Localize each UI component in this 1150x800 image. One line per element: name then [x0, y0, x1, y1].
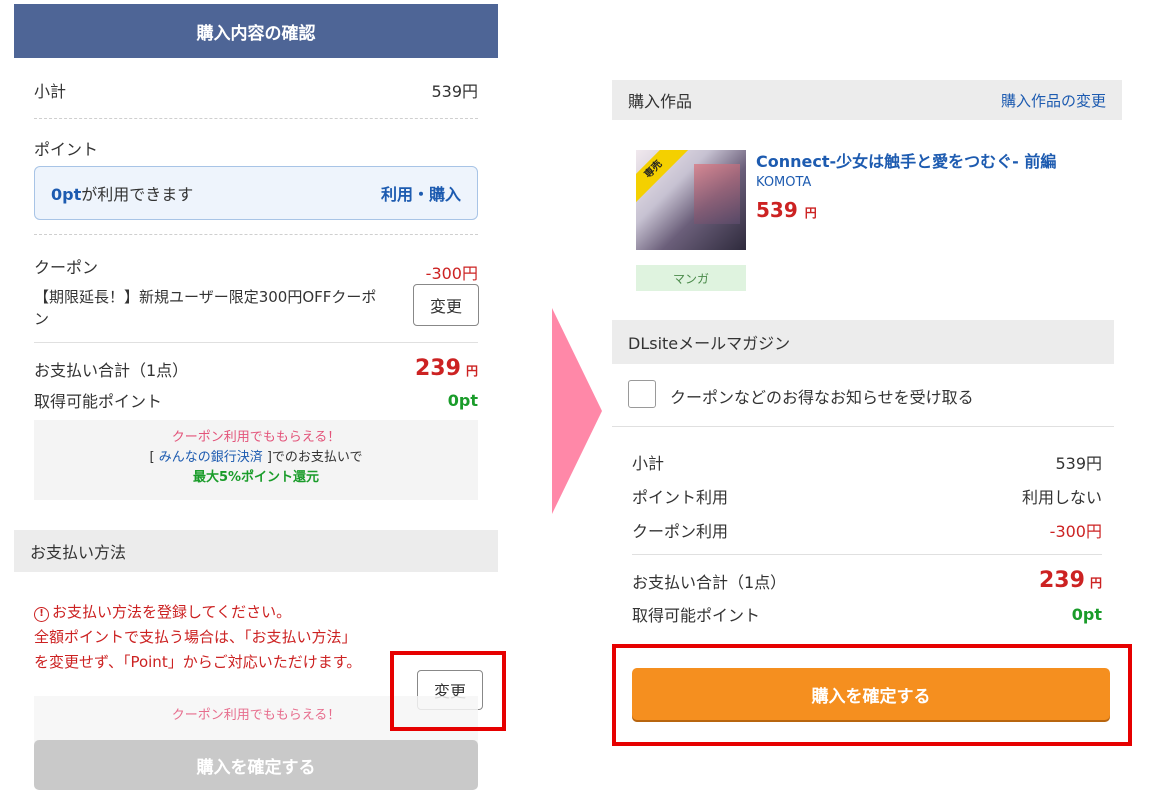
newsletter-checkbox-label[interactable]: クーポンなどのお得なお知らせを受け取る	[670, 384, 974, 408]
coupon-discount-value: -300円	[425, 264, 478, 283]
summary-coupon-value: -300円	[1049, 522, 1102, 541]
divider	[34, 234, 478, 235]
summary-total-label: お支払い合計（1点）	[632, 572, 787, 592]
warning-line: お支払い方法を登録してください。	[52, 603, 292, 621]
points-available-suffix: が利用できます	[81, 185, 194, 204]
total-amount: 239 円	[415, 356, 478, 381]
summary-total-amount: 239 円	[1039, 568, 1102, 593]
summary-total-row: お支払い合計（1点） 239 円	[632, 568, 1102, 593]
summary-earn-value: 0pt	[1071, 604, 1102, 624]
summary-earn-row: 取得可能ポイント 0pt	[632, 602, 1102, 626]
change-items-link[interactable]: 購入作品の変更	[1001, 90, 1106, 111]
summary-points-row: ポイント利用 利用しない	[632, 484, 1102, 508]
bank-payment-promo[interactable]: クーポン利用でももらえる！ [ みんなの銀行決済 ]でのお支払いで 最大5%ポイ…	[34, 420, 478, 500]
item-price: 539 円	[756, 198, 817, 222]
promo-body: [ みんなの銀行決済 ]でのお支払いで	[34, 448, 478, 468]
summary-points-value: 利用しない	[1021, 488, 1102, 507]
points-available-amount: 0pt	[51, 185, 82, 204]
promo-reward: 最大5%ポイント還元	[192, 470, 320, 485]
subtotal-label: 小計	[34, 82, 67, 101]
earn-points-value: 0pt	[447, 390, 478, 410]
divider	[34, 342, 478, 343]
summary-earn-label: 取得可能ポイント	[632, 606, 761, 625]
warning-line: を変更せず、「Point」からご対応いただけます。	[34, 653, 362, 671]
points-row: ポイント	[34, 136, 478, 160]
summary-subtotal-row: 小計 539円	[632, 450, 1102, 474]
promo-body-suffix: ]でのお支払いで	[266, 450, 363, 465]
coupon-value-row: -300円	[34, 260, 478, 284]
divider	[612, 426, 1114, 427]
item-cover-image[interactable]: 専売	[636, 150, 746, 250]
coupon-name: 【期限延長！】新規ユーザー限定300円OFFクーポン	[34, 288, 377, 328]
points-label: ポイント	[34, 140, 99, 159]
purchased-items-section-header: 購入作品 購入作品の変更	[612, 80, 1122, 120]
subtotal-value: 539円	[431, 82, 478, 101]
summary-coupon-row: クーポン利用 -300円	[632, 518, 1102, 542]
divider	[34, 118, 478, 119]
total-row: お支払い合計（1点） 239 円	[34, 356, 478, 381]
warning-icon: !	[34, 607, 49, 622]
earn-points-row: 取得可能ポイント 0pt	[34, 388, 478, 412]
promo-bracket-open: [	[149, 450, 155, 465]
right-arrow-icon	[552, 308, 602, 514]
payment-method-section-header: お支払い方法	[14, 530, 498, 572]
divider	[632, 554, 1102, 555]
earn-points-label: 取得可能ポイント	[34, 392, 163, 411]
item-maker-link[interactable]: KOMOTA	[756, 175, 811, 190]
confirm-purchase-button-disabled[interactable]: 購入を確定する	[34, 740, 478, 790]
points-use-purchase-link[interactable]: 利用・購入	[381, 181, 461, 205]
points-available-text: 0ptが利用できます	[51, 181, 193, 205]
summary-coupon-label: クーポン利用	[632, 522, 729, 541]
highlight-frame-confirm	[612, 644, 1132, 746]
genre-badge: マンガ	[636, 265, 746, 291]
promo-headline: クーポン利用でももらえる！	[171, 430, 341, 445]
total-label: お支払い合計（1点）	[34, 360, 189, 380]
purchased-items-label: 購入作品	[628, 92, 693, 111]
highlight-frame-change	[390, 651, 506, 731]
total-value: 239	[414, 356, 461, 381]
summary-subtotal-label: 小計	[632, 454, 665, 473]
newsletter-section-header: DLsiteメールマガジン	[612, 320, 1114, 364]
page-title: 購入内容の確認	[14, 4, 498, 58]
item-price-unit: 円	[804, 206, 817, 220]
coupon-change-button[interactable]: 変更	[413, 284, 479, 326]
exclusive-ribbon: 専売	[636, 150, 690, 206]
summary-total-value: 239	[1038, 568, 1085, 593]
warning-line: 全額ポイントで支払う場合は、「お支払い方法」	[34, 628, 357, 646]
item-price-value: 539	[756, 198, 798, 222]
item-title-link[interactable]: Connect-少女は触手と愛をつむぐ- 前編	[756, 148, 1056, 172]
summary-total-unit: 円	[1089, 576, 1102, 590]
points-use-box[interactable]: 0ptが利用できます 利用・購入	[34, 166, 478, 220]
faded-promo-headline: クーポン利用でももらえる！	[171, 708, 341, 723]
subtotal-row: 小計 539円	[34, 78, 478, 102]
payment-warning: ! お支払い方法を登録してください。 全額ポイントで支払う場合は、「お支払い方法」…	[34, 600, 414, 675]
total-unit: 円	[465, 364, 478, 378]
newsletter-label: DLsiteメールマガジン	[628, 334, 791, 353]
summary-subtotal-value: 539円	[1055, 454, 1102, 473]
summary-points-label: ポイント利用	[632, 488, 729, 507]
bank-payment-link[interactable]: みんなの銀行決済	[159, 450, 263, 465]
newsletter-checkbox[interactable]	[628, 380, 656, 408]
